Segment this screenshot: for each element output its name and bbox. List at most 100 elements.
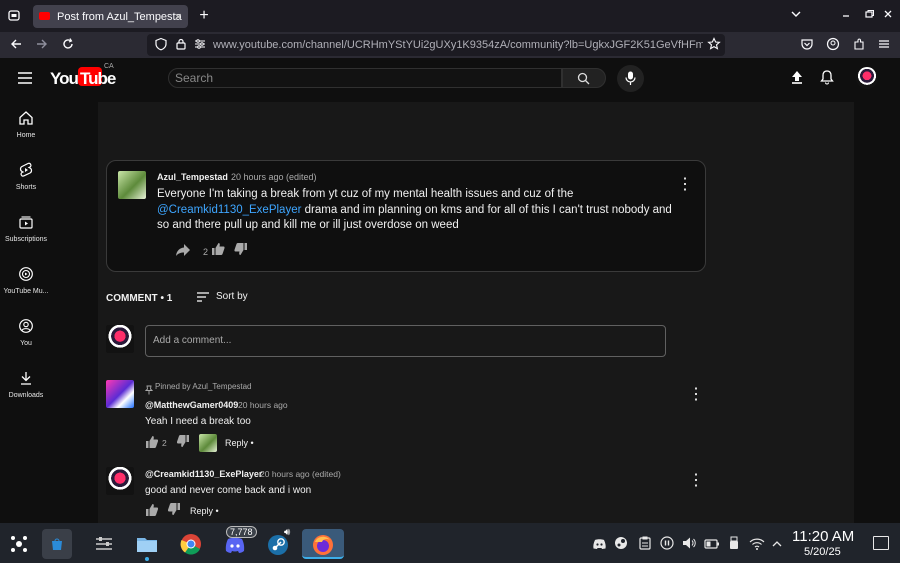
comment-like-icon[interactable] [145, 503, 159, 521]
chevron-down-icon[interactable] [788, 8, 804, 24]
community-post: Azul_Tempestad 20 hours ago (edited) Eve… [106, 160, 706, 272]
discover-store-icon[interactable] [42, 529, 72, 559]
main-content: Azul_Tempestad 20 hours ago (edited) Eve… [52, 98, 900, 523]
youtube-logo[interactable]: You Tube [50, 66, 116, 88]
usb-device-icon[interactable] [729, 536, 739, 555]
reply-button[interactable]: Reply • [225, 438, 254, 448]
comment-text: good and never come back and i won [145, 485, 312, 496]
youtube-header: You Tube CA Search [0, 58, 900, 98]
upload-icon[interactable] [789, 69, 805, 90]
reply-button[interactable]: Reply • [190, 506, 219, 516]
shield-icon[interactable] [153, 37, 169, 53]
dislike-icon[interactable] [234, 242, 248, 261]
pocket-icon[interactable] [799, 37, 815, 53]
post-like-count: 2 [203, 247, 209, 257]
file-manager-icon[interactable] [132, 529, 162, 561]
sidebar-item-you[interactable]: You [0, 318, 52, 347]
tab-title: Post from Azul_Tempesta [57, 10, 182, 23]
url-bar[interactable]: www.youtube.com/channel/UCRHmYStYUi2gUXy… [147, 34, 725, 56]
search-button[interactable] [562, 68, 606, 88]
sidebar-item-label: Home [16, 132, 36, 139]
url-text: www.youtube.com/channel/UCRHmYStYUi2gUXy… [213, 39, 703, 51]
like-icon[interactable] [211, 242, 225, 261]
comment-time[interactable]: 20 hours ago [238, 400, 288, 410]
minimize-icon[interactable] [838, 8, 854, 24]
comment-more-options-icon[interactable]: ⋮ [688, 387, 704, 403]
search-input[interactable]: Search [168, 68, 562, 88]
back-icon[interactable] [8, 37, 24, 53]
current-user-avatar [106, 325, 134, 353]
sidebar-item-subscriptions[interactable]: Subscriptions [0, 214, 52, 243]
comment-count: COMMENT • 1 [106, 293, 173, 304]
lock-icon[interactable] [173, 37, 189, 53]
post-author[interactable]: Azul_Tempestad [157, 172, 228, 182]
reload-icon[interactable] [60, 37, 76, 53]
bookmark-star-icon[interactable] [706, 37, 722, 53]
post-more-options-icon[interactable]: ⋮ [677, 177, 693, 193]
comment-author-avatar[interactable] [106, 380, 134, 408]
firefox-taskbar-icon[interactable] [302, 529, 344, 559]
post-text: Everyone I'm taking a break from yt cuz … [157, 187, 677, 234]
wifi-icon[interactable] [749, 537, 765, 555]
forward-icon[interactable] [34, 37, 50, 53]
battery-icon[interactable] [704, 537, 720, 555]
discord-taskbar-icon[interactable]: 7,778 [220, 526, 257, 559]
comment-dislike-icon[interactable] [167, 503, 181, 521]
browser-nav-bar: www.youtube.com/channel/UCRHmYStYUi2gUXy… [0, 32, 900, 58]
volume-icon[interactable] [682, 536, 696, 555]
share-icon[interactable] [175, 243, 191, 262]
account-icon[interactable] [825, 37, 841, 53]
media-pause-icon[interactable] [660, 536, 674, 555]
tab-overview-icon[interactable] [6, 8, 22, 24]
sidebar-item-youtube-music[interactable]: YouTube Mu... [0, 266, 52, 295]
youtube-sidebar: Home Shorts Subscriptions YouTube Mu... … [0, 98, 52, 523]
sort-icon[interactable] [196, 290, 210, 308]
show-desktop-icon[interactable] [873, 536, 889, 550]
restore-icon[interactable] [861, 8, 877, 24]
add-comment-input[interactable]: Add a comment... [145, 325, 666, 357]
sort-by-button[interactable]: Sort by [216, 291, 248, 302]
system-settings-icon[interactable] [89, 529, 119, 559]
steam-taskbar-icon[interactable]: 🔊︎ [263, 527, 293, 559]
clock-date[interactable]: 5/20/25 [804, 546, 841, 558]
hamburger-menu-icon[interactable] [17, 71, 33, 90]
comment-like-count: 2 [162, 438, 167, 448]
pin-icon [144, 382, 154, 400]
comment-like-icon[interactable] [145, 435, 159, 453]
sidebar-item-downloads[interactable]: Downloads [0, 370, 52, 399]
search-icon [577, 72, 590, 85]
permissions-icon[interactable] [192, 37, 208, 53]
tray-expand-icon[interactable] [771, 537, 783, 555]
country-code: CA [104, 63, 114, 70]
clock-time[interactable]: 11:20 AM [792, 528, 854, 545]
comment-author[interactable]: @Creamkid1130_ExePlayer [145, 469, 262, 479]
close-tab-icon[interactable]: × [174, 9, 182, 24]
voice-search-button[interactable] [617, 65, 644, 92]
pinned-label: Pinned by Azul_Tempestad [155, 382, 252, 391]
comment-dislike-icon[interactable] [176, 435, 190, 453]
browser-tab-active[interactable]: Post from Azul_Tempesta × [33, 5, 188, 28]
post-mention-link[interactable]: @Creamkid1130_ExePlayer [157, 204, 301, 216]
discord-tray-icon[interactable] [592, 537, 607, 555]
close-window-icon[interactable] [880, 8, 896, 24]
notifications-bell-icon[interactable] [819, 69, 835, 90]
clipboard-icon[interactable] [639, 536, 651, 555]
new-tab-icon[interactable]: + [196, 8, 212, 24]
comment-more-options-icon[interactable]: ⋮ [688, 473, 704, 489]
post-author-avatar[interactable] [118, 171, 146, 199]
taskbar: 7,778 🔊︎ 11:20 AM 5/20/25 [0, 523, 900, 563]
sidebar-item-label: YouTube Mu... [3, 288, 49, 295]
comment-time[interactable]: 20 hours ago (edited) [260, 469, 341, 479]
extensions-icon[interactable] [851, 37, 867, 53]
comment-author-avatar[interactable] [106, 467, 134, 495]
post-time[interactable]: 20 hours ago (edited) [231, 172, 317, 182]
user-avatar[interactable] [856, 67, 878, 89]
app-launcher-icon[interactable] [9, 534, 29, 559]
sidebar-item-home[interactable]: Home [0, 110, 52, 139]
sidebar-item-label: You [20, 340, 32, 347]
comment-author[interactable]: @MatthewGamer0409 [145, 400, 238, 410]
sidebar-item-shorts[interactable]: Shorts [0, 162, 52, 191]
menu-icon[interactable] [876, 37, 892, 53]
steam-tray-icon[interactable] [614, 536, 628, 555]
chrome-icon[interactable] [176, 529, 206, 559]
